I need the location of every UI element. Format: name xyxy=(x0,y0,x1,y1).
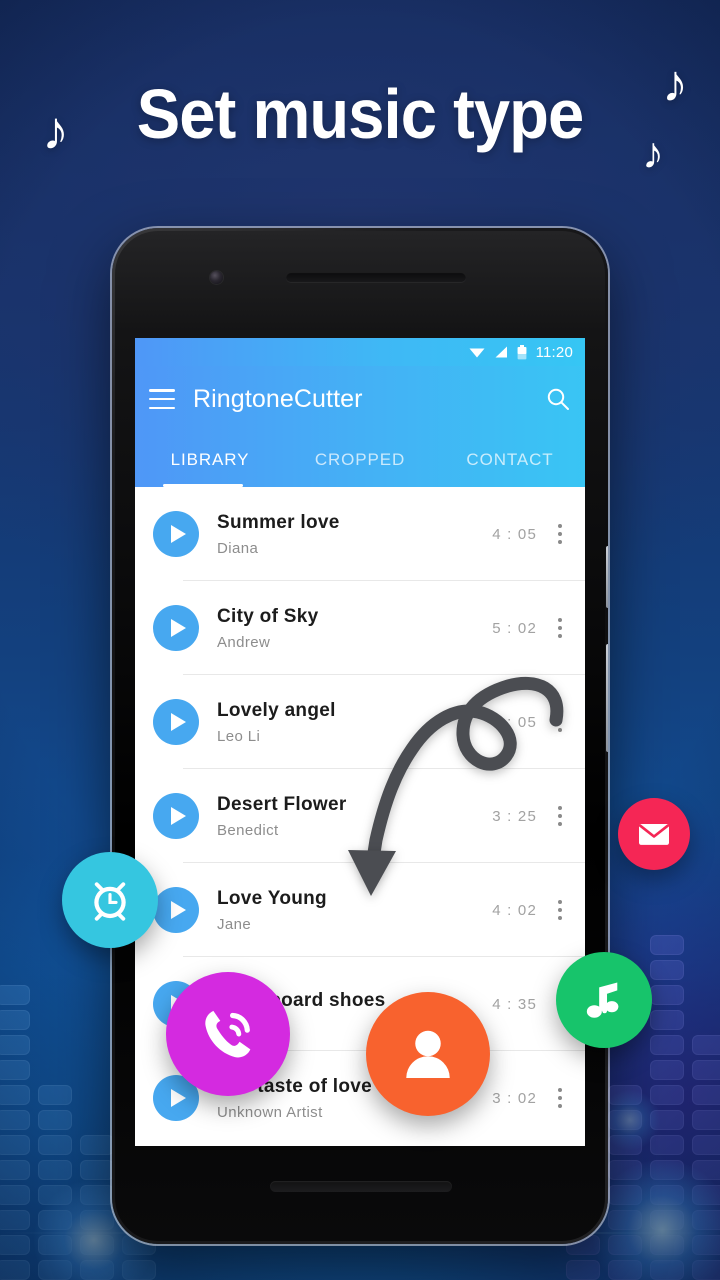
overflow-menu-icon[interactable] xyxy=(551,712,569,732)
hamburger-menu-icon[interactable] xyxy=(149,389,175,409)
alarm-badge[interactable] xyxy=(62,852,158,948)
contact-badge[interactable] xyxy=(366,992,490,1116)
song-info: Summer love Diana xyxy=(217,512,492,557)
song-artist: Diana xyxy=(217,539,259,557)
music-note-icon xyxy=(586,982,619,1018)
status-bar: 11:20 xyxy=(135,338,585,366)
overflow-menu-icon[interactable] xyxy=(551,618,569,638)
play-button[interactable] xyxy=(153,793,199,839)
song-title: Summer love xyxy=(217,511,340,533)
music-note-icon: ♪ xyxy=(42,101,69,161)
song-title: City of Sky xyxy=(217,605,319,627)
overflow-menu-icon[interactable] xyxy=(551,1088,569,1108)
wifi-icon xyxy=(469,348,485,358)
song-artist: Leo Li xyxy=(217,727,261,745)
tab-contact[interactable]: CONTACT xyxy=(435,432,585,487)
phone-mockup: 11:20 RingtoneCutter LIBRARY CROPPED CON… xyxy=(112,228,608,1244)
song-artist: Benedict xyxy=(217,821,279,839)
song-duration: 3 : 25 xyxy=(492,807,537,825)
table-row[interactable]: Summer love Diana 4 : 05 xyxy=(135,487,585,581)
song-duration: 3 : 05 xyxy=(492,713,537,731)
song-info: City of Sky Andrew xyxy=(217,606,492,651)
play-button[interactable] xyxy=(153,699,199,745)
contact-person-icon xyxy=(406,1030,450,1078)
overflow-menu-icon[interactable] xyxy=(551,900,569,920)
song-info: Lovely angel Leo Li xyxy=(217,700,492,745)
music-note-icon: ♪ xyxy=(642,129,664,178)
song-duration: 3 : 02 xyxy=(492,1089,537,1107)
phone-ringing-icon xyxy=(205,1010,251,1058)
song-artist: Jane xyxy=(217,915,252,933)
front-camera-icon xyxy=(210,271,223,284)
music-note-icon: ♪ xyxy=(662,55,688,113)
promo-screenshot: Set music type ♪ ♪ ♪ 11:20 RingtoneCutte… xyxy=(0,0,720,1280)
music-badge[interactable] xyxy=(556,952,652,1048)
table-row[interactable]: Love Young Jane 4 : 02 xyxy=(135,863,585,957)
earpiece-speaker xyxy=(286,272,466,282)
tab-cropped[interactable]: CROPPED xyxy=(285,432,435,487)
song-title: Love Young xyxy=(217,887,327,909)
song-duration: 4 : 05 xyxy=(492,525,537,543)
phone-badge[interactable] xyxy=(166,972,290,1096)
volume-button[interactable] xyxy=(606,644,608,752)
envelope-icon xyxy=(638,824,670,845)
song-duration: 5 : 02 xyxy=(492,619,537,637)
bottom-speaker xyxy=(270,1181,452,1192)
tab-library[interactable]: LIBRARY xyxy=(135,432,285,487)
song-duration: 4 : 35 xyxy=(492,995,537,1013)
page-title: Set music type xyxy=(136,75,584,153)
overflow-menu-icon[interactable] xyxy=(551,524,569,544)
song-duration: 4 : 02 xyxy=(492,901,537,919)
power-button[interactable] xyxy=(606,546,608,608)
app-title: RingtoneCutter xyxy=(193,384,363,413)
song-info: Love Young Jane xyxy=(217,888,492,933)
play-button[interactable] xyxy=(153,887,199,933)
song-info: Desert Flower Benedict xyxy=(217,794,492,839)
overflow-menu-icon[interactable] xyxy=(551,806,569,826)
tab-bar: LIBRARY CROPPED CONTACT xyxy=(135,432,585,487)
play-button[interactable] xyxy=(153,511,199,557)
search-icon[interactable] xyxy=(545,386,571,412)
song-title: Desert Flower xyxy=(217,793,347,815)
alarm-clock-icon xyxy=(94,882,126,921)
app-bar: RingtoneCutter xyxy=(135,366,585,432)
mail-badge[interactable] xyxy=(618,798,690,870)
song-title: Lovely angel xyxy=(217,699,336,721)
table-row[interactable]: City of Sky Andrew 5 : 02 xyxy=(135,581,585,675)
song-artist: Andrew xyxy=(217,633,271,651)
table-row[interactable]: Desert Flower Benedict 3 : 25 xyxy=(135,769,585,863)
play-button[interactable] xyxy=(153,605,199,651)
battery-icon xyxy=(517,344,526,359)
table-row[interactable]: Lovely angel Leo Li 3 : 05 xyxy=(135,675,585,769)
signal-icon xyxy=(495,346,507,358)
promo-headline-row: Set music type xyxy=(0,74,720,154)
status-bar-time: 11:20 xyxy=(535,343,573,361)
